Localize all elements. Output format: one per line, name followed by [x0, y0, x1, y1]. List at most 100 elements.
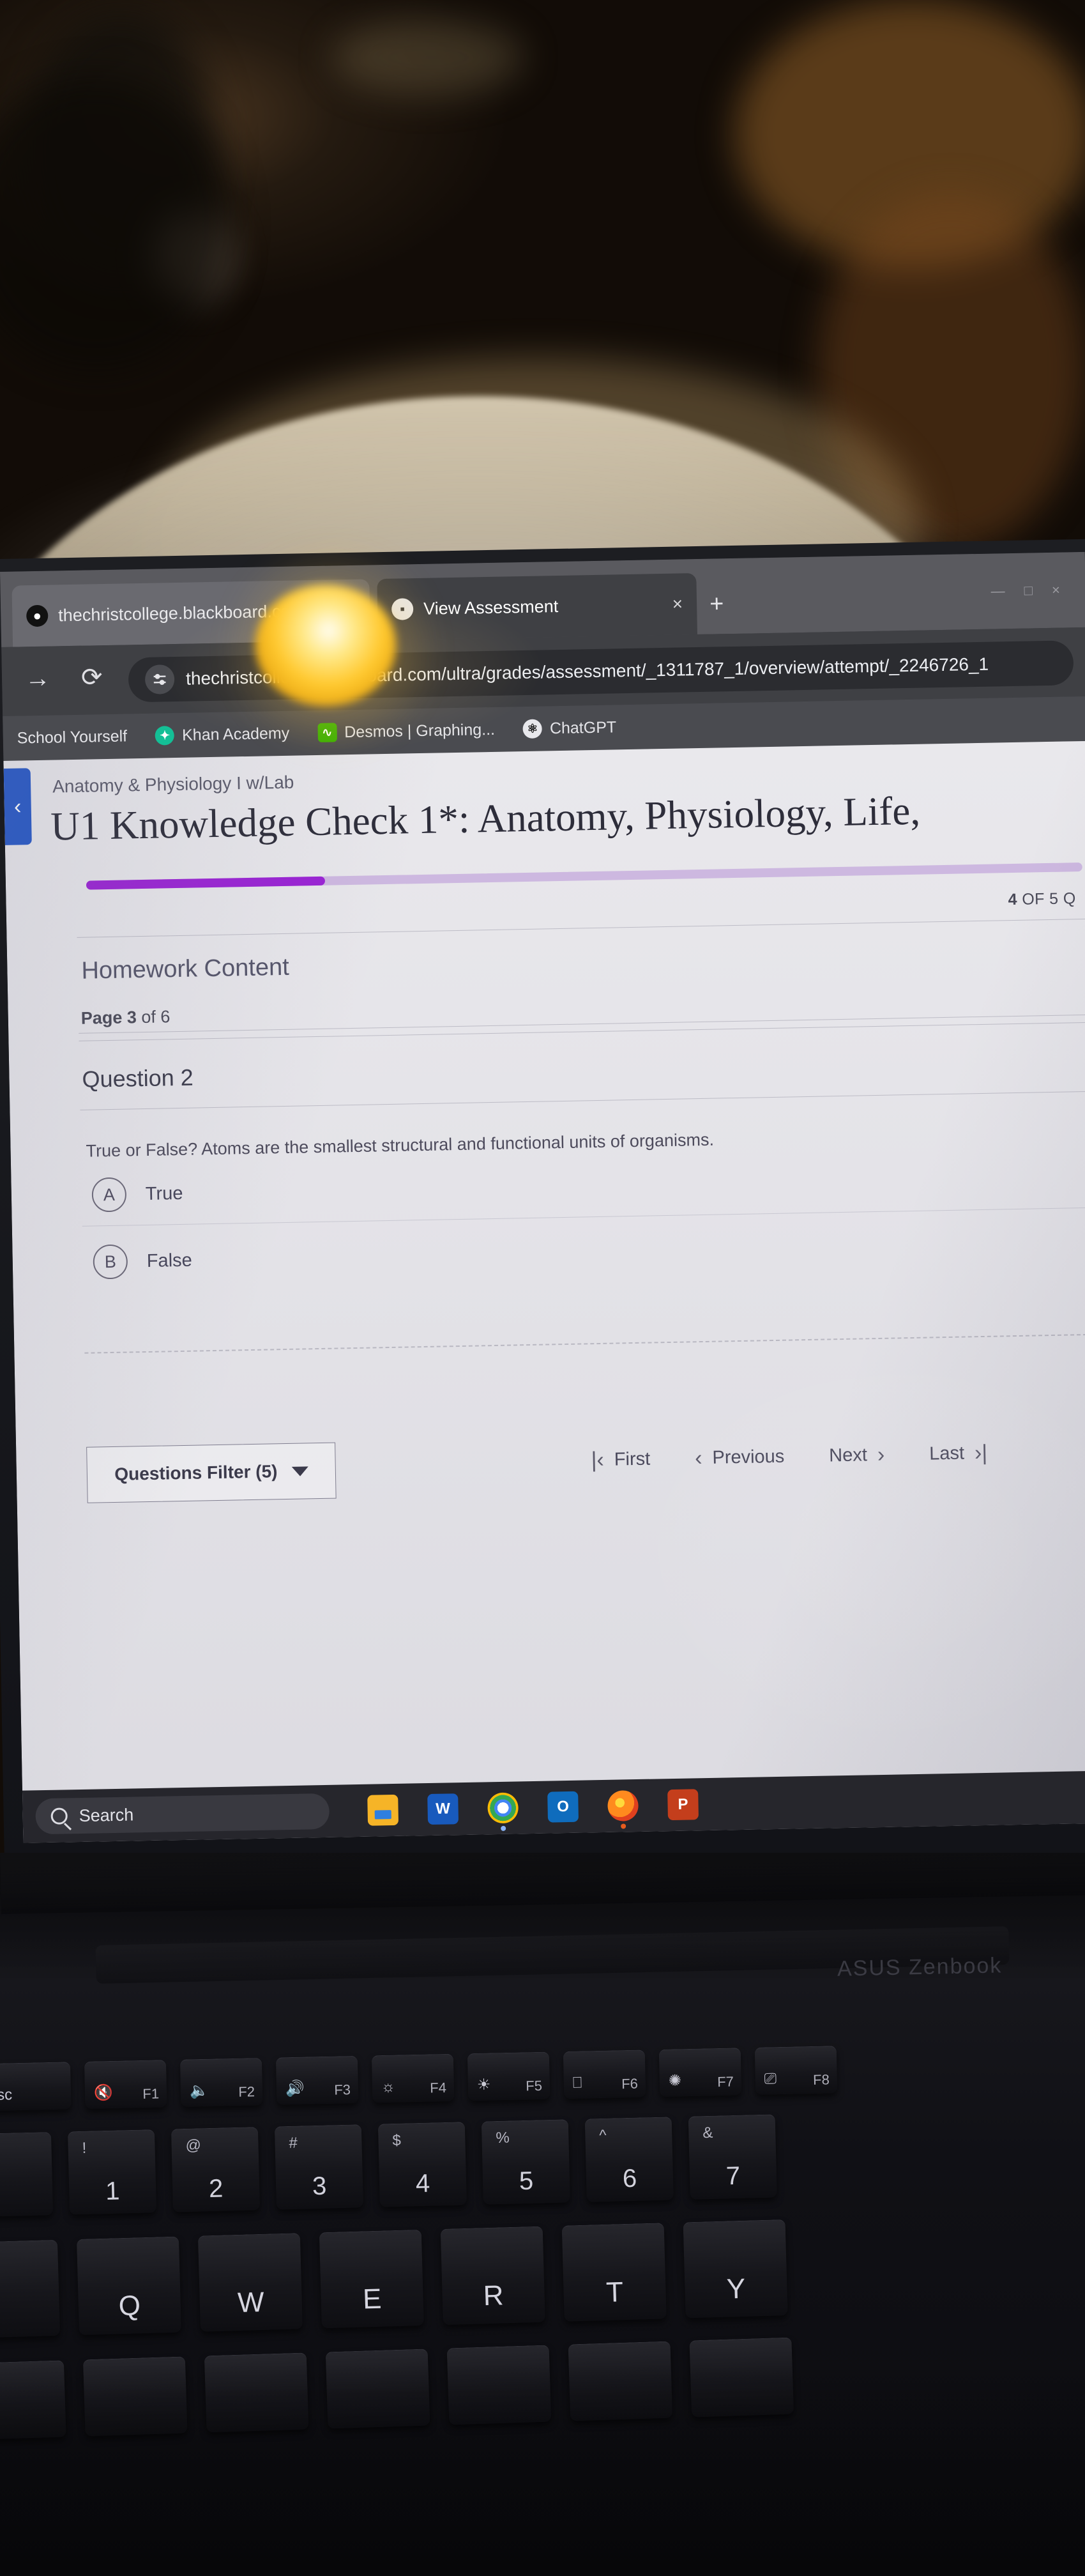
- key-5-number: 5: [519, 2166, 534, 2196]
- last-page-button[interactable]: Last ›|: [929, 1441, 988, 1467]
- previous-page-button[interactable]: ‹ Previous: [695, 1445, 785, 1471]
- key-3[interactable]: # 3: [274, 2124, 363, 2210]
- mute-icon: 🔇: [93, 2083, 114, 2102]
- number-key-row: ` ! 1 @ 2 # 3 $ 4 % 5 ^ 6 & 7: [0, 2114, 777, 2217]
- magnifier-icon: [50, 1807, 68, 1825]
- key-s[interactable]: [204, 2352, 309, 2433]
- word-icon[interactable]: W: [427, 1793, 459, 1825]
- key-f3[interactable]: 🔊 F3: [275, 2055, 359, 2105]
- chrome-icon[interactable]: [487, 1792, 519, 1831]
- questions-filter-dropdown[interactable]: Questions Filter (5): [86, 1442, 337, 1503]
- first-page-button[interactable]: |‹ First: [591, 1447, 650, 1473]
- letter-key-row: Q W E R T Y: [0, 2219, 788, 2338]
- answer-option-b[interactable]: B False: [93, 1243, 192, 1280]
- firefox-icon[interactable]: [607, 1790, 639, 1829]
- reload-icon[interactable]: ⟳: [81, 663, 103, 692]
- key-r-label: R: [483, 2280, 505, 2312]
- key-f8-label: F8: [812, 2071, 830, 2088]
- key-4[interactable]: $ 4: [377, 2122, 467, 2207]
- answer-option-a[interactable]: A True: [91, 1176, 183, 1213]
- key-1-number: 1: [105, 2177, 120, 2206]
- first-page-label: First: [614, 1448, 651, 1470]
- key-2[interactable]: @ 2: [171, 2127, 261, 2212]
- key-t[interactable]: T: [561, 2223, 667, 2322]
- first-page-icon: |‹: [591, 1447, 605, 1473]
- bookmark-chatgpt[interactable]: ⚛ ChatGPT: [509, 717, 631, 739]
- key-f2-label: F2: [238, 2083, 255, 2100]
- blackboard-icon: ●: [26, 604, 49, 627]
- key-2-symbol: @: [185, 2136, 202, 2154]
- touchpad-icon: ⎕: [572, 2074, 582, 2092]
- key-f7-label: F7: [717, 2073, 734, 2090]
- key-r[interactable]: R: [440, 2226, 545, 2326]
- key-f8[interactable]: ⎚ F8: [754, 2046, 838, 2095]
- minimize-icon[interactable]: —: [990, 583, 1005, 599]
- sliders-icon[interactable]: [144, 664, 175, 694]
- key-f7[interactable]: ✺ F7: [658, 2048, 742, 2097]
- key-f5-label: F5: [525, 2077, 543, 2094]
- key-f6-label: F6: [621, 2075, 639, 2092]
- key-7[interactable]: & 7: [688, 2114, 777, 2200]
- key-e[interactable]: E: [319, 2229, 424, 2329]
- search-placeholder: Search: [79, 1804, 134, 1825]
- key-5-symbol: %: [496, 2129, 510, 2147]
- key-esc[interactable]: sc: [0, 2062, 72, 2111]
- key-f6[interactable]: ⎕ F6: [563, 2050, 646, 2099]
- furniture-blur: [332, 19, 524, 96]
- key-esc-label: sc: [0, 2086, 13, 2104]
- new-tab-button[interactable]: +: [709, 590, 724, 617]
- option-badge: B: [93, 1244, 128, 1280]
- key-w[interactable]: W: [197, 2233, 303, 2332]
- bookmark-school-yourself[interactable]: School Yourself: [3, 726, 142, 747]
- outlook-icon[interactable]: O: [547, 1791, 579, 1823]
- assessment-page: ‹ Anatomy & Physiology I w/Lab U1 Knowle…: [3, 740, 1085, 1843]
- key-tab[interactable]: [0, 2239, 61, 2338]
- powerpoint-icon[interactable]: P: [667, 1789, 699, 1821]
- next-page-button[interactable]: Next ›: [829, 1443, 885, 1469]
- back-panel-toggle[interactable]: ‹: [3, 768, 32, 845]
- key-y[interactable]: Y: [683, 2219, 788, 2319]
- key-d[interactable]: [325, 2349, 430, 2429]
- laptop-hinge: [0, 1853, 1085, 1914]
- key-6[interactable]: ^ 6: [584, 2117, 674, 2202]
- question-counter: 4 OF 5 Q: [1008, 889, 1076, 909]
- key-f5[interactable]: ☀ F5: [467, 2051, 550, 2101]
- search-input[interactable]: Search: [35, 1793, 330, 1835]
- divider: [82, 1207, 1085, 1227]
- key-f[interactable]: [446, 2345, 552, 2425]
- key-caps[interactable]: [0, 2360, 66, 2441]
- key-h[interactable]: [689, 2337, 794, 2418]
- key-g[interactable]: [568, 2341, 673, 2421]
- khan-academy-icon: ✦: [155, 726, 175, 746]
- question-text: True or False? Atoms are the smallest st…: [86, 1130, 715, 1161]
- brightness-down-icon: ☼: [381, 2078, 396, 2096]
- close-window-icon[interactable]: ×: [1052, 582, 1060, 599]
- key-f2[interactable]: 🔈 F2: [179, 2057, 263, 2107]
- key-4-number: 4: [415, 2169, 430, 2198]
- key-5[interactable]: % 5: [481, 2119, 570, 2205]
- key-f1[interactable]: 🔇 F1: [84, 2060, 167, 2109]
- key-f4[interactable]: ☼ F4: [371, 2053, 455, 2103]
- key-1-symbol: !: [82, 2139, 87, 2157]
- question-counter-total: OF 5 Q: [1017, 889, 1076, 908]
- previous-page-icon: ‹: [694, 1446, 702, 1471]
- key-q[interactable]: Q: [76, 2236, 182, 2335]
- key-1[interactable]: ! 1: [67, 2129, 157, 2215]
- screen-glare-overlay: [3, 740, 1085, 1843]
- key-a[interactable]: [82, 2356, 188, 2437]
- forward-arrow-icon[interactable]: →: [25, 664, 51, 693]
- key-y-label: Y: [726, 2273, 746, 2305]
- key-2-number: 2: [208, 2174, 224, 2204]
- window-controls[interactable]: — □ ×: [990, 582, 1060, 600]
- key-e-label: E: [362, 2283, 383, 2315]
- maximize-icon[interactable]: □: [1024, 582, 1033, 599]
- active-indicator: [501, 1825, 506, 1831]
- file-explorer-icon[interactable]: [367, 1794, 399, 1826]
- section-end-divider: [84, 1333, 1085, 1354]
- next-page-icon: ›: [877, 1442, 885, 1468]
- close-icon[interactable]: ×: [664, 594, 683, 615]
- keyboard-light-icon: ✺: [668, 2072, 682, 2090]
- key-backtick[interactable]: `: [0, 2132, 54, 2217]
- breadcrumb[interactable]: Anatomy & Physiology I w/Lab: [52, 772, 294, 797]
- chatgpt-icon: ⚛: [522, 719, 543, 739]
